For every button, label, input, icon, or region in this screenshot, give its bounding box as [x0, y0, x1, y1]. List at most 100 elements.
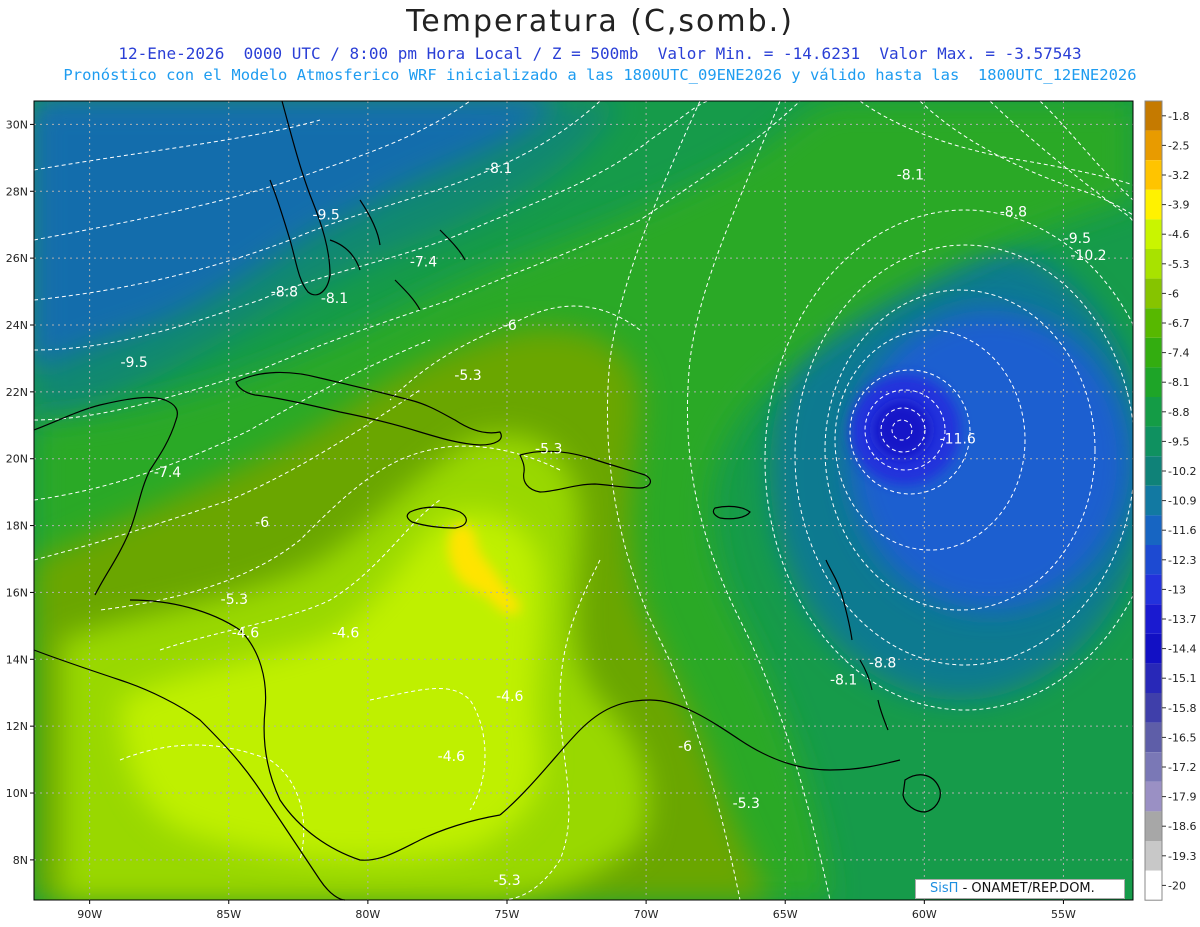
- lat-label: 14N: [6, 653, 28, 666]
- lon-label: 85W: [216, 908, 241, 921]
- colorbar-label: -7.4: [1168, 347, 1189, 360]
- lat-label: 30N: [6, 118, 28, 131]
- contour-label: -7.4: [154, 465, 181, 481]
- colorbar-label: -9.5: [1168, 435, 1189, 448]
- latitude-labels: 30N 28N 26N 24N 22N 20N 18N 16N 14N 12N 10N 8N: [6, 118, 34, 867]
- colorbar-swatch: [1145, 604, 1162, 634]
- lat-label: 26N: [6, 252, 28, 265]
- colorbar-swatch: [1145, 870, 1162, 901]
- lon-label: 60W: [912, 908, 937, 921]
- contour-label: -4.6: [332, 626, 359, 642]
- contour-label: -7.4: [410, 254, 437, 270]
- contour-label: -6: [678, 739, 692, 755]
- colorbar-swatch: [1145, 308, 1162, 338]
- colorbar-label: -15.1: [1168, 672, 1196, 685]
- colorbar-swatch: [1145, 101, 1162, 131]
- colorbar-label: -10.9: [1168, 495, 1196, 508]
- colorbar-label: -4.6: [1168, 228, 1189, 241]
- temperature-map[interactable]: -8.1 -8.1 -8.8 -9.5 -10.2 -9.5 -7.4 -8.8 -8.1 -6 -…: [0, 0, 1200, 927]
- contour-label: -8.8: [1000, 204, 1027, 220]
- lat-label: 10N: [6, 787, 28, 800]
- colorbar-label: -19.3: [1168, 850, 1196, 863]
- lon-label: 90W: [77, 908, 102, 921]
- contour-label: -4.6: [496, 689, 523, 705]
- contour-label: -5.3: [454, 368, 481, 384]
- contour-label: -8.1: [321, 291, 348, 307]
- colorbar-label: -17.9: [1168, 791, 1196, 804]
- colorbar-label: -12.3: [1168, 554, 1196, 567]
- colorbar-swatch: [1145, 545, 1162, 575]
- colorbar-swatch: [1145, 781, 1162, 812]
- colorbar-swatch: [1145, 337, 1162, 368]
- lon-label: 75W: [495, 908, 520, 921]
- colorbar-label: -20: [1168, 879, 1186, 892]
- contour-label: -4.6: [232, 626, 259, 642]
- colorbar-label: -11.6: [1168, 524, 1196, 537]
- lon-label: 55W: [1051, 908, 1076, 921]
- contour-label: -5.3: [733, 796, 760, 812]
- colorbar-label: -8.1: [1168, 376, 1189, 389]
- lat-label: 28N: [6, 185, 28, 198]
- colorbar-swatch: [1145, 426, 1162, 457]
- colorbar-swatch: [1145, 367, 1162, 397]
- colorbar-label: -3.2: [1168, 169, 1189, 182]
- colorbar-swatch: [1145, 515, 1162, 545]
- colorbar-label: -15.8: [1168, 702, 1196, 715]
- colorbar-swatch: [1145, 811, 1162, 841]
- contour-label: -8.8: [869, 656, 896, 672]
- lon-label: 65W: [773, 908, 798, 921]
- colorbar-swatch: [1145, 841, 1162, 871]
- colorbar-swatch: [1145, 663, 1162, 693]
- lon-label: 70W: [634, 908, 659, 921]
- shaded-temperature-field: [34, 101, 1133, 900]
- colorbar-swatch: [1145, 130, 1162, 161]
- lat-label: 12N: [6, 720, 28, 733]
- colorbar-label: -6: [1168, 287, 1179, 300]
- colorbar-swatch: [1145, 189, 1162, 220]
- contour-label: -11.6: [940, 432, 976, 448]
- colorbar-label: -16.5: [1168, 731, 1196, 744]
- contour-label: -5.3: [221, 592, 248, 608]
- colorbar-label: -13.7: [1168, 613, 1196, 626]
- lat-label: 18N: [6, 520, 28, 533]
- colorbar-swatch: [1145, 633, 1162, 664]
- colorbar-label: -13: [1168, 583, 1186, 596]
- contour-label: -8.1: [897, 168, 924, 184]
- colorbar-swatch: [1145, 160, 1162, 190]
- contour-label: -8.1: [485, 161, 512, 177]
- contour-label: -5.3: [535, 442, 562, 458]
- colorbar: -1.8 -2.5 -3.2 -3.9 -4.6 -5.3 -6 -6.7 -7.4 -8.1 -8…: [1144, 100, 1196, 901]
- colorbar-label: -6.7: [1168, 317, 1189, 330]
- colorbar-label: -2.5: [1168, 139, 1189, 152]
- contour-label: -9.5: [312, 208, 339, 224]
- colorbar-swatch: [1145, 397, 1162, 427]
- colorbar-label: -8.8: [1168, 406, 1189, 419]
- contour-label: -9.5: [120, 355, 147, 371]
- contour-label: -10.2: [1070, 248, 1106, 264]
- lat-label: 22N: [6, 386, 28, 399]
- contour-label: -8.1: [830, 672, 857, 688]
- colorbar-swatch: [1145, 278, 1162, 309]
- contour-label: -6: [255, 515, 269, 531]
- contour-label: -6: [503, 318, 517, 334]
- colorbar-label: -5.3: [1168, 258, 1189, 271]
- lat-label: 16N: [6, 586, 28, 599]
- colorbar-swatch: [1145, 752, 1162, 782]
- colorbar-swatch: [1145, 574, 1162, 605]
- colorbar-swatch: [1145, 693, 1162, 723]
- longitude-labels: 90W 85W 80W 75W 70W 65W 60W 55W: [77, 900, 1076, 921]
- contour-label: -5.3: [493, 873, 520, 889]
- colorbar-label: -14.4: [1168, 643, 1196, 656]
- colorbar-swatch: [1145, 485, 1162, 516]
- colorbar-swatch: [1145, 456, 1162, 486]
- credit-text: - ONAMET/REP.DOM.: [962, 881, 1095, 896]
- colorbar-swatch: [1145, 219, 1162, 249]
- colorbar-label: -18.6: [1168, 820, 1196, 833]
- colorbar-label: -17.2: [1168, 761, 1196, 774]
- lat-label: 20N: [6, 453, 28, 466]
- sispi-logo: SisΠ: [930, 881, 959, 896]
- lon-label: 80W: [355, 908, 380, 921]
- credit-box: SisΠ - ONAMET/REP.DOM.: [915, 879, 1125, 899]
- lat-label: 8N: [13, 854, 28, 867]
- contour-label: -8.8: [271, 285, 298, 301]
